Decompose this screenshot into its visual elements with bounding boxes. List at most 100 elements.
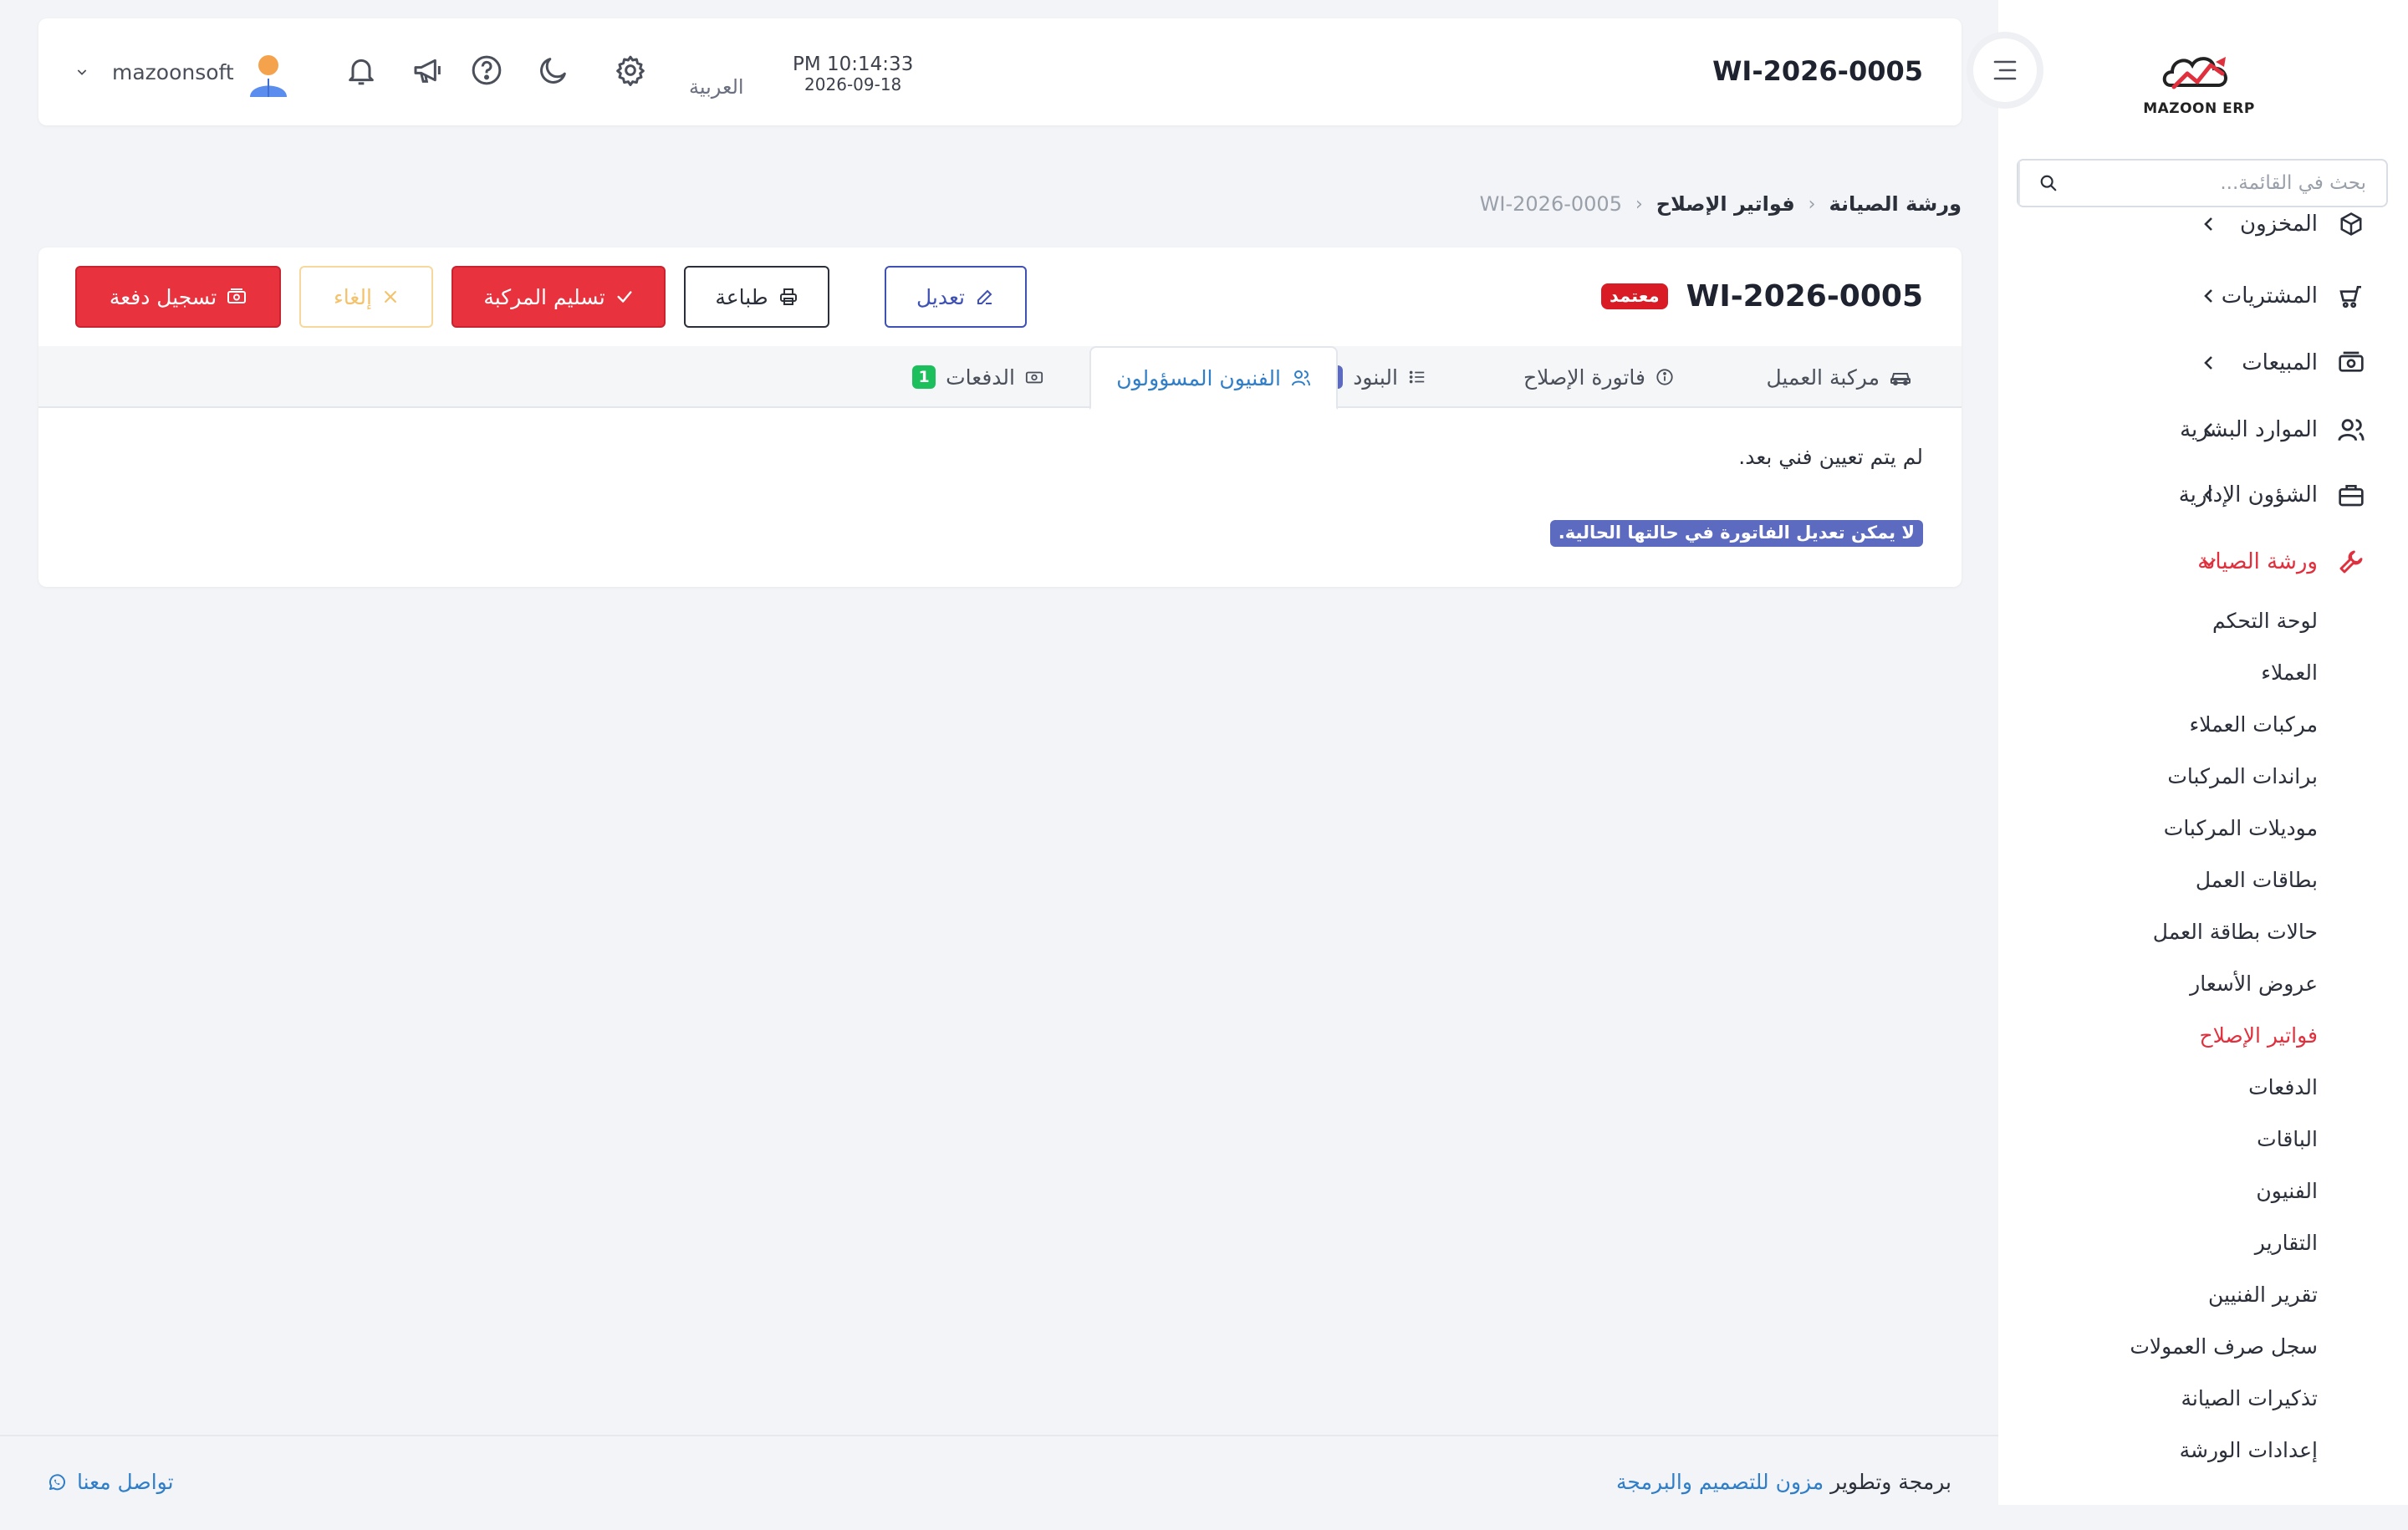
app-logo[interactable]: MAZOON ERP <box>2132 33 2266 117</box>
submenu-vehicle-models[interactable]: موديلات المركبات <box>2164 816 2318 840</box>
bell-icon[interactable] <box>344 54 378 87</box>
tab-responsible-technicians[interactable]: الفنيون المسؤولون <box>1089 346 1338 410</box>
submenu-technicians[interactable]: الفنيون <box>2256 1179 2318 1203</box>
submenu-payments[interactable]: الدفعات <box>2248 1075 2318 1099</box>
submenu-workshop-settings[interactable]: إعدادات الورشة <box>2180 1438 2318 1462</box>
pay-button-label: تسجيل دفعة <box>109 284 217 309</box>
submenu-job-card-statuses[interactable]: حالات بطاقة العمل <box>2153 920 2318 944</box>
status-badge: معتمد <box>1600 283 1668 309</box>
record-payment-button[interactable]: تسجيل دفعة <box>75 266 281 328</box>
credit-link[interactable]: مزون للتصميم والبرمجة <box>1616 1470 1824 1494</box>
wrench-icon <box>2336 547 2366 577</box>
help-icon[interactable] <box>470 54 503 87</box>
user-menu[interactable]: mazoonsoft <box>75 50 234 94</box>
language-switch[interactable]: العربية <box>689 75 744 99</box>
sidebar-item-admin[interactable]: الشؤون الإدارية <box>1998 470 2408 520</box>
empty-state-message: لم يتم تعيين فني بعد. <box>1738 445 1923 469</box>
invoice-number: WI-2026-0005 <box>1686 279 1923 314</box>
chevron-left-icon <box>2204 356 2212 370</box>
logo-text: MAZOON ERP <box>2143 100 2255 117</box>
cancel-button[interactable]: إلغاء <box>299 266 433 328</box>
sidebar-item-hr[interactable]: الموارد البشرية <box>1998 405 2408 455</box>
submenu-commission-log[interactable]: سجل صرف العمولات <box>2130 1334 2318 1359</box>
tab-repair-invoice[interactable]: فاتورة الإصلاح <box>1523 346 1674 408</box>
edit-button-label: تعديل <box>916 284 966 309</box>
page-title: WI-2026-0005 <box>1712 55 1923 87</box>
print-button[interactable]: طباعة <box>684 266 829 328</box>
sidebar-item-inventory[interactable]: المخزون <box>1998 199 2408 249</box>
footer: برمجة وتطوير مزون للتصميم والبرمجة تواصل… <box>0 1435 1998 1530</box>
chevron-left-icon <box>2204 289 2212 303</box>
deliver-button-label: تسليم المركبة <box>483 284 605 309</box>
tab-payments[interactable]: الدفعات 1 <box>912 346 1043 408</box>
submenu-dashboard[interactable]: لوحة التحكم <box>2212 609 2318 633</box>
sidebar-item-purchases[interactable]: المشتريات <box>1998 271 2408 321</box>
submenu-technicians-report[interactable]: تقرير الفنيين <box>2208 1283 2318 1307</box>
breadcrumb-repair-invoices[interactable]: فواتير الإصلاح <box>1656 192 1795 216</box>
list-icon <box>1409 370 1425 384</box>
breadcrumb-current: WI-2026-0005 <box>1479 192 1622 216</box>
invoice-card: WI-2026-0005 معتمد تعديل طباعة تسليم الم… <box>38 247 1962 587</box>
submenu-packages[interactable]: الباقات <box>2257 1127 2318 1151</box>
contact-label: تواصل معنا <box>77 1470 174 1494</box>
tab-label: الدفعات <box>946 365 1015 390</box>
chevron-left-icon <box>2204 488 2212 502</box>
edit-button[interactable]: تعديل <box>885 266 1027 328</box>
edit-icon <box>977 289 992 304</box>
info-icon <box>1656 369 1673 385</box>
invoice-tabs: مركبة العميل فاتورة الإصلاح البنود 2 الف… <box>38 346 1962 410</box>
top-bar: WI-2026-0005 PM 10:14:33 2026-09-18 العر… <box>38 18 1962 125</box>
cancel-button-label: إلغاء <box>334 284 372 309</box>
cart-icon <box>2336 281 2366 311</box>
footer-credit: برمجة وتطوير مزون للتصميم والبرمجة <box>1616 1470 1951 1494</box>
submenu-vehicle-brands[interactable]: براندات المركبات <box>2167 764 2318 788</box>
cash-icon <box>1025 371 1043 384</box>
contact-us-link[interactable]: تواصل معنا <box>47 1470 174 1494</box>
whatsapp-icon <box>49 1473 65 1490</box>
sidebar-item-label: المبيعات <box>2242 350 2318 375</box>
box-icon <box>2336 209 2366 239</box>
menu-lines-icon <box>1993 60 2017 80</box>
breadcrumb-workshop[interactable]: ورشة الصيانة <box>1829 192 1962 216</box>
avatar[interactable] <box>247 54 289 97</box>
sidebar-item-label: المخزون <box>2240 212 2318 237</box>
sidebar: MAZOON ERP المخزون المشتريات المب <box>1998 0 2408 1505</box>
breadcrumb: ورشة الصيانة ‹ فواتير الإصلاح ‹ WI-2026-… <box>1480 192 1962 216</box>
clock: PM 10:14:33 2026-09-18 <box>793 54 913 94</box>
chevron-left-icon <box>2204 217 2212 231</box>
invoice-header: WI-2026-0005 معتمد <box>1600 279 1923 314</box>
invoice-actions: تعديل طباعة تسليم المركبة إلغاء تسجيل دف… <box>75 266 1028 328</box>
submenu-maintenance-reminders[interactable]: تذكيرات الصيانة <box>2181 1386 2318 1410</box>
briefcase-icon <box>2336 480 2366 510</box>
chevron-down-icon <box>2202 558 2216 567</box>
close-icon <box>385 291 396 303</box>
deliver-vehicle-button[interactable]: تسليم المركبة <box>452 266 666 328</box>
sidebar-toggle-button[interactable] <box>1973 38 2037 102</box>
chevron-left-icon <box>2204 423 2212 436</box>
chevron-down-icon <box>77 69 87 75</box>
tab-label: مركبة العميل <box>1766 365 1880 390</box>
locked-notice: لا يمكن تعديل الفاتورة في حالتها الحالية… <box>1549 520 1923 547</box>
sidebar-item-label: المشتريات <box>2221 283 2318 309</box>
submenu-customers[interactable]: العملاء <box>2261 660 2318 685</box>
sidebar-item-workshop[interactable]: ورشة الصيانة <box>1998 537 2408 587</box>
submenu-repair-invoices[interactable]: فواتير الإصلاح <box>2199 1023 2318 1048</box>
tab-customer-vehicle[interactable]: مركبة العميل <box>1766 346 1911 408</box>
printer-icon <box>779 288 797 305</box>
gear-icon[interactable] <box>614 54 647 87</box>
chevron-left-icon: ‹ <box>1635 193 1643 215</box>
tab-label: البنود <box>1353 365 1398 390</box>
logo-mark-icon <box>2162 57 2227 89</box>
submenu-job-cards[interactable]: بطاقات العمل <box>2196 868 2318 892</box>
tab-label: فاتورة الإصلاح <box>1523 365 1645 390</box>
moon-icon[interactable] <box>537 54 570 87</box>
submenu-quotations[interactable]: عروض الأسعار <box>2190 972 2318 996</box>
submenu-customer-vehicles[interactable]: مركبات العملاء <box>2190 712 2318 737</box>
sidebar-item-sales[interactable]: المبيعات <box>1998 338 2408 388</box>
clock-date: 2026-09-18 <box>804 74 902 94</box>
check-icon <box>617 291 632 303</box>
credit-prefix: برمجة وتطوير <box>1830 1470 1951 1494</box>
payments-count-badge: 1 <box>912 365 936 389</box>
megaphone-icon[interactable] <box>411 54 445 87</box>
submenu-reports[interactable]: التقارير <box>2255 1231 2318 1255</box>
